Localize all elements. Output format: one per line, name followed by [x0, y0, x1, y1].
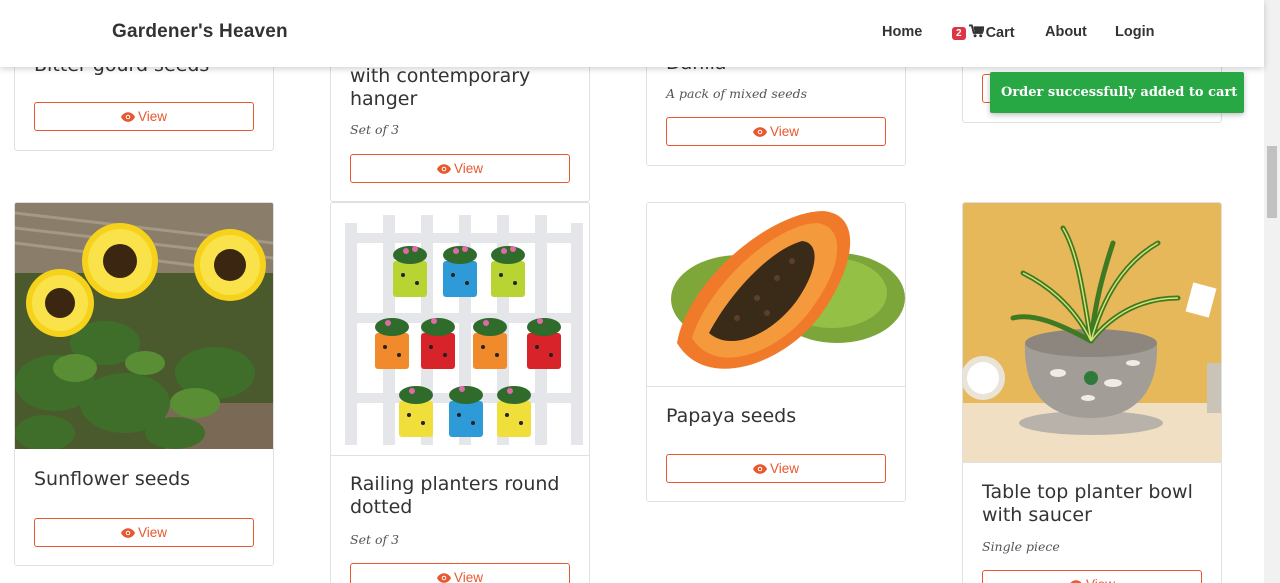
product-title: Papaya seeds	[666, 405, 797, 427]
view-button[interactable]: View	[666, 117, 886, 146]
cart-label: Cart	[985, 25, 1015, 41]
view-button[interactable]: View	[982, 570, 1202, 583]
product-subtitle: Set of 3	[350, 532, 400, 547]
nav-home[interactable]: Home	[882, 24, 922, 40]
view-label: View	[769, 124, 800, 139]
view-label: View	[1086, 577, 1115, 583]
scrollbar-thumb[interactable]	[1267, 146, 1277, 218]
view-button[interactable]: View	[34, 518, 254, 547]
page-scrollbar[interactable]	[1264, 0, 1280, 583]
view-button[interactable]: View	[350, 563, 570, 583]
view-label: View	[769, 461, 800, 476]
planter-bowl-image	[963, 203, 1221, 462]
navbar: Gardener's Heaven Home 2 Cart About Login	[0, 0, 1264, 67]
product-title: with contemporary hanger	[350, 65, 531, 110]
railing-planters-image	[331, 203, 589, 455]
product-card: Sunflower seeds View	[14, 202, 274, 566]
nav-cart[interactable]: 2 Cart	[952, 24, 1015, 41]
eye-icon	[120, 527, 135, 538]
view-label: View	[137, 109, 168, 124]
product-title: Railing planters round dotted	[350, 473, 560, 518]
sunflower-image	[15, 203, 273, 449]
view-button[interactable]: View	[34, 102, 254, 131]
eye-icon	[120, 111, 135, 122]
product-title: Table top planter bowl with saucer	[982, 481, 1193, 526]
product-subtitle: Single piece	[982, 539, 1060, 554]
view-label: View	[453, 570, 484, 583]
product-title: Sunflower seeds	[34, 468, 191, 490]
eye-icon	[436, 163, 451, 174]
product-card: Papaya seeds View	[646, 202, 906, 502]
product-card: Table top planter bowl with saucer Singl…	[962, 202, 1222, 583]
product-subtitle: A pack of mixed seeds	[666, 86, 808, 101]
nav-about[interactable]: About	[1045, 24, 1087, 40]
eye-icon	[752, 126, 767, 137]
eye-icon	[752, 463, 767, 474]
view-button[interactable]: View	[666, 454, 886, 483]
view-button[interactable]: View	[350, 154, 570, 183]
papaya-image	[647, 203, 905, 386]
product-subtitle: Set of 3	[350, 122, 400, 137]
nav-login[interactable]: Login	[1115, 24, 1154, 40]
cart-icon	[968, 24, 984, 38]
view-label: View	[137, 525, 168, 540]
success-toast[interactable]: Order successfully added to cart	[990, 72, 1244, 113]
product-card: Railing planters round dotted Set of 3 V…	[330, 202, 590, 583]
view-label: View	[453, 161, 484, 176]
brand-logo[interactable]: Gardener's Heaven	[112, 21, 288, 43]
cart-count-badge: 2	[952, 27, 966, 40]
eye-icon	[1069, 579, 1083, 583]
eye-icon	[436, 572, 451, 583]
